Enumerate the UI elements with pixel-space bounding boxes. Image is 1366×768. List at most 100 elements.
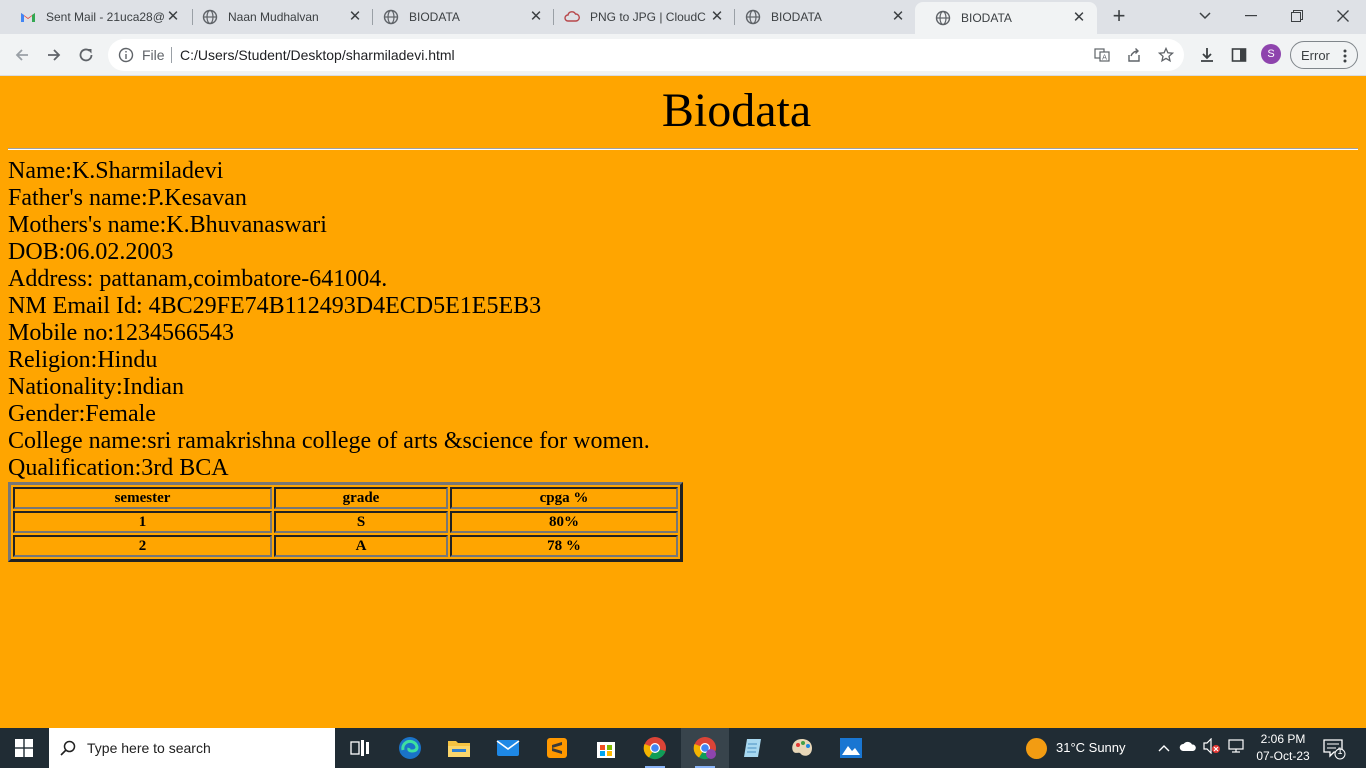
bookmark-star-icon[interactable] <box>1158 47 1174 63</box>
tab-biodata-1[interactable]: BIODATA ✕ <box>363 0 554 34</box>
tab-close-icon[interactable]: ✕ <box>528 9 544 25</box>
info-qualification: Qualification:3rd BCA <box>8 455 229 481</box>
close-window-button[interactable] <box>1320 0 1366 32</box>
tab-naan-mudhalvan[interactable]: Naan Mudhalvan ✕ <box>182 0 373 34</box>
task-view-button[interactable] <box>336 728 384 768</box>
taskbar-photos[interactable] <box>827 728 875 768</box>
clock-time: 2:06 PM <box>1260 732 1306 746</box>
taskbar-sublime-text[interactable] <box>533 728 581 768</box>
tab-title: Sent Mail - 21uca28@ <box>46 10 165 24</box>
cell-grade: S <box>274 511 448 533</box>
cell-semester: 2 <box>13 535 272 557</box>
notepad-icon <box>744 739 761 757</box>
taskbar-mail[interactable] <box>484 728 532 768</box>
share-icon[interactable] <box>1126 47 1142 63</box>
error-button[interactable]: Error <box>1290 41 1358 69</box>
taskbar-chrome-profile[interactable] <box>681 728 729 768</box>
forward-button[interactable] <box>42 43 66 67</box>
system-clock[interactable]: 2:06 PM 07-Oct-23 <box>1250 731 1316 765</box>
table-row: 1 S 80% <box>13 511 678 533</box>
minimize-icon <box>1245 15 1257 17</box>
info-email-id: NM Email Id: 4BC29FE74B112493D4ECD5E1E5E… <box>8 293 542 319</box>
error-label: Error <box>1301 47 1330 63</box>
cloudconvert-icon <box>564 11 580 22</box>
cell-cpga: 80% <box>450 511 678 533</box>
notification-center-button[interactable]: 1 <box>1322 738 1346 760</box>
tab-title: Naan Mudhalvan <box>228 10 319 24</box>
biodata-info: Name:K.Sharmiladevi Father's name:P.Kesa… <box>8 158 650 482</box>
task-view-icon <box>350 740 369 756</box>
chrome-icon <box>643 737 666 760</box>
globe-icon <box>202 9 218 25</box>
cell-cpga: 78 % <box>450 535 678 557</box>
header-cpga: cpga % <box>450 487 678 509</box>
reload-icon <box>79 48 93 62</box>
tray-overflow-button[interactable] <box>1154 738 1174 758</box>
store-icon <box>597 742 615 758</box>
info-dob: DOB:06.02.2003 <box>8 239 174 265</box>
photos-icon <box>840 738 862 758</box>
header-grade: grade <box>274 487 448 509</box>
grades-table: semester grade cpga % 1 S 80% 2 A 78 % <box>8 482 683 562</box>
new-tab-button[interactable]: + <box>1108 5 1130 27</box>
taskbar-chrome[interactable] <box>631 728 679 768</box>
reload-button[interactable] <box>74 43 98 67</box>
tray-onedrive[interactable] <box>1178 738 1198 758</box>
side-panel-button[interactable] <box>1227 43 1251 67</box>
url-text[interactable]: C:/Users/Student/Desktop/sharmiladevi.ht… <box>180 47 455 63</box>
taskbar-paint[interactable] <box>778 728 826 768</box>
horizontal-rule <box>8 148 1358 150</box>
minimize-button[interactable] <box>1228 0 1274 32</box>
tray-volume[interactable] <box>1202 737 1222 758</box>
tab-close-icon[interactable]: ✕ <box>1071 10 1087 26</box>
folder-icon <box>448 741 470 757</box>
back-arrow-icon <box>15 49 28 61</box>
taskbar-edge[interactable] <box>386 728 434 768</box>
taskbar-file-explorer[interactable] <box>435 728 483 768</box>
globe-icon <box>745 9 761 25</box>
sublime-text-icon <box>547 738 567 758</box>
info-icon[interactable] <box>118 47 134 63</box>
info-mobile: Mobile no:1234566543 <box>8 320 234 346</box>
profile-avatar[interactable]: S <box>1261 44 1281 64</box>
search-placeholder: Type here to search <box>87 740 211 756</box>
translate-icon[interactable]: A <box>1094 47 1110 63</box>
tab-close-icon[interactable]: ✕ <box>890 9 906 25</box>
restore-button[interactable] <box>1274 0 1320 32</box>
tab-sent-mail[interactable]: Sent Mail - 21uca28@ ✕ <box>0 0 191 34</box>
taskbar-search-box[interactable]: Type here to search <box>49 728 335 768</box>
notification-count: 1 <box>1337 747 1343 757</box>
mail-icon <box>496 740 520 756</box>
gmail-icon <box>21 13 35 22</box>
taskbar-microsoft-store[interactable] <box>582 728 630 768</box>
start-button[interactable] <box>0 728 48 768</box>
info-name: Name:K.Sharmiladevi <box>8 158 224 184</box>
address-bar[interactable]: File C:/Users/Student/Desktop/sharmilade… <box>108 39 1184 71</box>
info-nationality: Nationality:Indian <box>8 374 184 400</box>
info-college: College name:sri ramakrishna college of … <box>8 428 650 454</box>
globe-icon <box>383 9 399 25</box>
tab-search-button[interactable] <box>1182 0 1228 32</box>
taskbar-notepad[interactable] <box>729 728 777 768</box>
info-address: Address: pattanam,coimbatore-641004. <box>8 266 388 292</box>
cloud-icon <box>1179 741 1196 751</box>
downloads-button[interactable] <box>1195 43 1219 67</box>
tab-close-icon[interactable]: ✕ <box>165 9 181 25</box>
weather-text[interactable]: 31°C Sunny <box>1056 740 1126 755</box>
omnibox-divider <box>171 47 172 63</box>
weather-sun-icon[interactable] <box>1026 738 1047 759</box>
tab-title: BIODATA <box>961 11 1012 25</box>
download-icon <box>1201 48 1213 62</box>
tab-close-icon[interactable]: ✕ <box>347 9 363 25</box>
svg-text:A: A <box>1102 54 1107 62</box>
tab-close-icon[interactable]: ✕ <box>709 9 725 25</box>
tray-network[interactable] <box>1226 738 1246 758</box>
tab-biodata-2[interactable]: BIODATA ✕ <box>725 0 916 34</box>
info-father-name: Father's name:P.Kesavan <box>8 185 247 211</box>
info-mother-name: Mothers's name:K.Bhuvanaswari <box>8 212 327 238</box>
info-gender: Gender:Female <box>8 401 156 427</box>
tab-png-to-jpg[interactable]: PNG to JPG | CloudC ✕ <box>544 0 735 34</box>
back-button[interactable] <box>10 43 34 67</box>
tab-biodata-active[interactable]: BIODATA ✕ <box>915 2 1097 34</box>
search-icon <box>60 740 76 756</box>
